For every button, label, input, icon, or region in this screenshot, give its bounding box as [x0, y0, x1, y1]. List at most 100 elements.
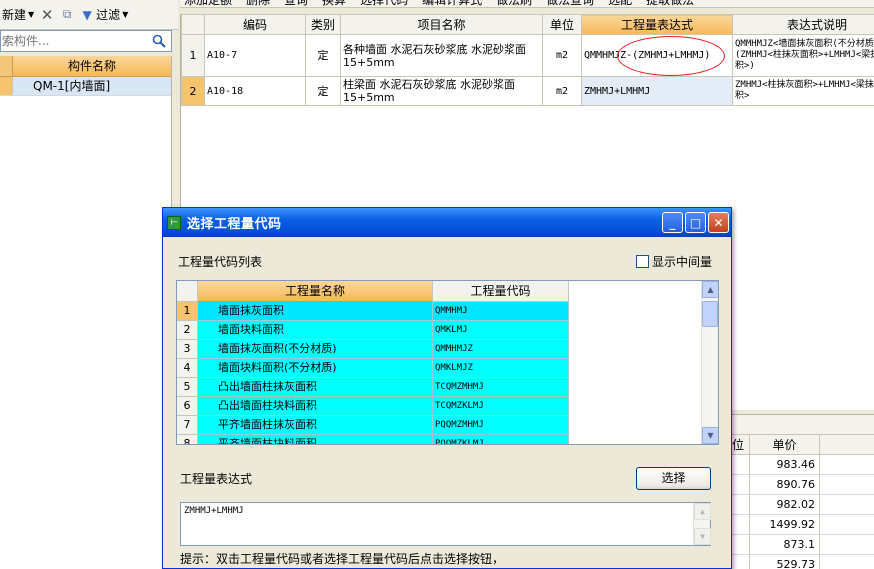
header-stub	[177, 281, 198, 302]
quantity-code-cell[interactable]: TCQMZMHMJ	[433, 378, 569, 397]
add-quota-button[interactable]: 添加定额	[184, 0, 232, 7]
price-row[interactable]: 890.76	[730, 475, 874, 495]
type-cell[interactable]: 定	[305, 76, 341, 106]
type-cell[interactable]: 定	[305, 34, 341, 77]
unit-price-header[interactable]: 单价	[750, 435, 820, 454]
row-number: 3	[177, 340, 198, 359]
quantity-code-cell[interactable]: QMKLMJZ	[433, 359, 569, 378]
dropdown-arrow-icon[interactable]: ▼	[122, 10, 128, 19]
code-row[interactable]: 3 墙面抹灰面积(不分材质) QMMHMJZ	[177, 340, 718, 359]
price-row[interactable]: 1499.92	[730, 515, 874, 535]
quantity-name-cell[interactable]: 平齐墙面柱抹灰面积	[198, 416, 433, 435]
row-number-header	[181, 14, 205, 35]
quota-row[interactable]: 2 A10-18 定 柱梁面 水泥石灰砂浆底 水泥砂浆面 15+5mm m2 Z…	[181, 76, 874, 106]
minimize-icon[interactable]: _	[662, 212, 683, 233]
expression-textarea[interactable]: ZMHMJ+LMHMJ ▲ ▼	[180, 502, 711, 546]
component-search-input[interactable]	[1, 32, 149, 50]
select-code-button[interactable]: 选择代码	[360, 0, 408, 7]
delete-button[interactable]: 删除	[246, 0, 270, 7]
code-row[interactable]: 2 墙面块料面积 QMKLMJ	[177, 321, 718, 340]
unit-price-cell: 982.02	[750, 495, 820, 514]
expression-desc-cell: ZMHMJ<柱抹灰面积>+LMHMJ<梁抹灰面积>	[732, 76, 874, 106]
code-row[interactable]: 6 凸出墙面柱块料面积 TCQMZKLMJ	[177, 397, 718, 416]
query-button[interactable]: 查询	[284, 0, 308, 7]
show-intermediate-checkbox[interactable]	[636, 255, 649, 268]
extract-method-button[interactable]: 提取做法	[646, 0, 694, 7]
dropdown-arrow-icon[interactable]: ▼	[28, 10, 34, 19]
unit-cell[interactable]: m2	[542, 34, 582, 77]
code-list-scrollbar[interactable]: ▲ ▼	[701, 281, 718, 444]
quantity-code-cell[interactable]: QMKLMJ	[433, 321, 569, 340]
quantity-name-cell[interactable]: 凸出墙面柱抹灰面积	[198, 378, 433, 397]
select-button[interactable]: 选择	[636, 467, 711, 490]
quantity-name-cell[interactable]: 墙面抹灰面积(不分材质)	[198, 340, 433, 359]
item-name-cell[interactable]: 柱梁面 水泥石灰砂浆底 水泥砂浆面 15+5mm	[340, 76, 543, 106]
scroll-down-icon[interactable]: ▼	[694, 528, 711, 545]
unit-price-cell: 873.1	[750, 535, 820, 554]
scroll-thumb[interactable]	[702, 301, 718, 327]
close-icon[interactable]: ✕	[708, 212, 729, 233]
expression-header[interactable]: 工程量表达式	[581, 14, 733, 35]
partial-column-header: 位	[730, 435, 750, 454]
code-cell[interactable]: A10-18	[204, 76, 306, 106]
maximize-icon[interactable]: □	[685, 212, 706, 233]
match-button[interactable]: 选配	[608, 0, 632, 7]
code-row[interactable]: 1 墙面抹灰面积 QMMHMJ	[177, 302, 718, 321]
header-stub	[0, 56, 13, 76]
unit-price-cell: 890.76	[750, 475, 820, 494]
delete-x-icon[interactable]: ✕	[40, 6, 54, 24]
expression-scrollbar[interactable]: ▲ ▼	[693, 503, 711, 545]
method-brush-button[interactable]: 做法刷	[496, 0, 532, 7]
quantity-name-cell[interactable]: 凸出墙面柱块料面积	[198, 397, 433, 416]
quantity-code-cell[interactable]: PQQMZKLMJ	[433, 435, 569, 444]
dialog-title-bar[interactable]: ⊢ 选择工程量代码 _ □ ✕	[163, 208, 731, 237]
code-row[interactable]: 4 墙面块料面积(不分材质) QMKLMJZ	[177, 359, 718, 378]
scroll-up-icon[interactable]: ▲	[702, 281, 718, 298]
code-cell[interactable]: A10-7	[204, 34, 306, 77]
quantity-name-cell[interactable]: 平齐墙面柱块料面积	[198, 435, 433, 444]
code-row[interactable]: 8 平齐墙面柱块料面积 PQQMZKLMJ	[177, 435, 718, 444]
component-name-cell[interactable]: QM-1[内墙面]	[13, 77, 171, 95]
quantity-code-cell[interactable]: QMMHMJ	[433, 302, 569, 321]
price-grid-tabs	[730, 415, 874, 435]
code-row[interactable]: 5 凸出墙面柱抹灰面积 TCQMZMHMJ	[177, 378, 718, 397]
row-number: 2	[181, 76, 205, 106]
new-button[interactable]: 新建 ▼	[2, 6, 34, 23]
quantity-name-cell[interactable]: 墙面抹灰面积	[198, 302, 433, 321]
code-header[interactable]: 编码	[204, 14, 306, 35]
quantity-code-cell[interactable]: PQQMZMHMJ	[433, 416, 569, 435]
quantity-name-header[interactable]: 工程量名称	[198, 281, 433, 302]
search-icon[interactable]	[149, 31, 169, 51]
row-number: 4	[177, 359, 198, 378]
copy-icon[interactable]: ⧉	[60, 7, 74, 22]
quantity-name-cell[interactable]: 墙面块料面积	[198, 321, 433, 340]
unit-cell[interactable]: m2	[542, 76, 582, 106]
show-intermediate-toggle[interactable]: 显示中间量	[636, 253, 712, 270]
filter-button[interactable]: ▼ 过滤 ▼	[80, 6, 129, 23]
scroll-down-icon[interactable]: ▼	[702, 427, 718, 444]
item-name-header[interactable]: 项目名称	[340, 14, 543, 35]
row-stub	[0, 77, 13, 95]
quantity-code-cell[interactable]: TCQMZKLMJ	[433, 397, 569, 416]
method-query-button[interactable]: 做法查询	[546, 0, 594, 7]
item-name-cell[interactable]: 各种墙面 水泥石灰砂浆底 水泥砂浆面 15+5mm	[340, 34, 543, 77]
price-row[interactable]: 529.73	[730, 555, 874, 569]
quantity-code-header[interactable]: 工程量代码	[433, 281, 569, 302]
price-row[interactable]: 983.46	[730, 455, 874, 475]
quota-row[interactable]: 1 A10-7 定 各种墙面 水泥石灰砂浆底 水泥砂浆面 15+5mm m2 Q…	[181, 34, 874, 77]
expression-cell[interactable]: ZMHMJ+LMHMJ	[581, 76, 733, 106]
unit-header[interactable]: 单位	[542, 14, 582, 35]
expression-desc-header[interactable]: 表达式说明	[732, 14, 874, 35]
code-row[interactable]: 7 平齐墙面柱抹灰面积 PQQMZMHMJ	[177, 416, 718, 435]
quantity-code-cell[interactable]: QMMHMJZ	[433, 340, 569, 359]
convert-button[interactable]: 换算	[322, 0, 346, 7]
new-button-label: 新建	[2, 8, 27, 22]
price-row[interactable]: 873.1	[730, 535, 874, 555]
price-row[interactable]: 982.02	[730, 495, 874, 515]
component-row[interactable]: QM-1[内墙面]	[0, 77, 171, 96]
quantity-name-cell[interactable]: 墙面块料面积(不分材质)	[198, 359, 433, 378]
edit-formula-button[interactable]: 编辑计算式	[422, 0, 482, 7]
type-header[interactable]: 类别	[305, 14, 341, 35]
quota-header-row: 编码 类别 项目名称 单位 工程量表达式 表达式说明	[181, 14, 874, 35]
scroll-up-icon[interactable]: ▲	[694, 503, 711, 520]
